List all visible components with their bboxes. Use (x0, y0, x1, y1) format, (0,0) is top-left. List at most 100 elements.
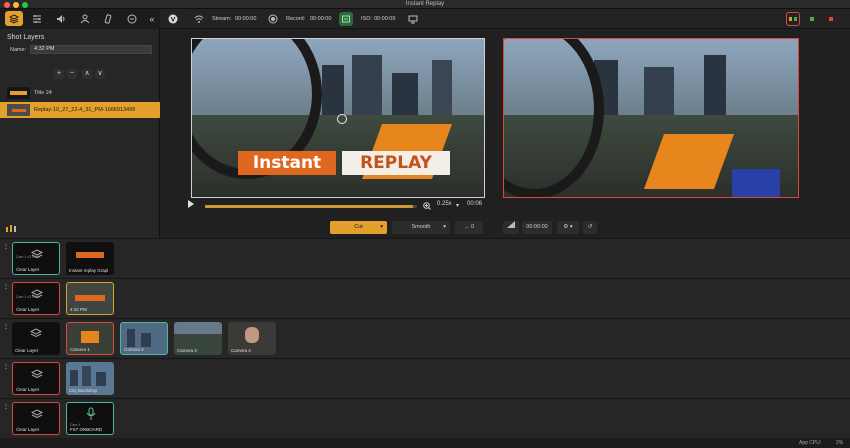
shot-row: ⋮ Clear Layer Cam 4 FS7 ONBOARD (0, 398, 850, 438)
layer-thumbnail (7, 87, 30, 99)
top-toolbar: Stream: 00:00:00 Record: 00:00:00 ISO: 0… (160, 9, 850, 29)
replay-banner: REPLAY (342, 151, 450, 175)
layout-single-icon[interactable] (805, 12, 819, 26)
shot-clear-layer[interactable]: Clear Layer (12, 362, 60, 395)
layer-label: Replay-10_27_22-4_31_PM-1666913499 (34, 107, 136, 113)
shot-label: City Backdrop (69, 388, 98, 393)
iso-record-icon[interactable] (339, 12, 353, 26)
chevron-down-icon[interactable]: ▾ (456, 202, 459, 209)
shot-replay[interactable]: 4:32 PM (66, 282, 114, 315)
drag-handle-icon[interactable]: ⋮ (3, 283, 9, 293)
shot-fs7-onboard[interactable]: Cam 4 FS7 ONBOARD (66, 402, 114, 435)
drag-handle-icon[interactable]: ⋮ (3, 243, 9, 253)
layer-row-replay[interactable]: Replay-10_27_22-4_31_PM-1666913499 (0, 102, 160, 118)
crop-handle[interactable] (337, 114, 347, 124)
shot-camera-3[interactable]: Camera 3 (174, 322, 222, 355)
shot-camera-1[interactable]: Camera 1 (66, 322, 114, 355)
layers-icon (31, 409, 43, 419)
shot-label: Camera 2 (124, 347, 144, 352)
zoom-icon[interactable] (423, 202, 431, 210)
cpu-label: App CPU: (799, 440, 822, 446)
shot-camera-4[interactable]: Camera 4 (228, 322, 276, 355)
cut-transition-button[interactable]: Cut ▾ (330, 221, 387, 234)
play-button[interactable] (187, 200, 197, 212)
phone-icon (104, 13, 112, 24)
shot-label: Clear Layer (16, 387, 40, 392)
shot-row: ⋮ Clear Layer Camera 1 Camera 2 Camera 3… (0, 318, 850, 358)
shot-row: ⋮ Clear Layer City Backdrop (0, 358, 850, 398)
tab-layers[interactable] (5, 11, 23, 26)
vmix-logo-icon[interactable] (166, 12, 180, 26)
stream-time: 00:00:00 (235, 16, 257, 22)
layout-program-icon[interactable] (824, 12, 838, 26)
tab-adjustments[interactable] (28, 11, 46, 26)
preview-monitor[interactable]: Instant REPLAY (191, 38, 485, 198)
window-title: Instant Replay (405, 1, 445, 7)
shot-city-backdrop[interactable]: City Backdrop (66, 362, 114, 395)
add-layer-button[interactable]: + (54, 69, 64, 79)
shot-label: Camera 4 (231, 348, 251, 353)
reset-icon[interactable]: ↺ (583, 221, 597, 234)
wifi-stream-icon[interactable] (192, 12, 206, 26)
shot-clear-layer[interactable]: Cam 1 c3 Patio Clear Layer (12, 282, 60, 315)
sliders-icon (33, 14, 41, 23)
shot-clear-layer[interactable]: Clear Layer (12, 322, 60, 355)
arrow-icon: → (463, 224, 470, 230)
shot-label: Instant replay Grapl (69, 268, 109, 273)
duration-value: 0 (470, 224, 475, 230)
drag-handle-icon[interactable]: ⋮ (3, 403, 9, 413)
signal-strength-icon[interactable] (503, 221, 519, 234)
remove-layer-button[interactable]: − (67, 69, 77, 79)
tab-device[interactable] (99, 11, 117, 26)
playback-speed[interactable]: 0.25x (437, 198, 452, 210)
smooth-transition-select[interactable]: Smooth ▾ (392, 221, 450, 234)
layer-name-input[interactable]: 4:32 PM (30, 45, 152, 54)
shot-label: Clear Layer (16, 267, 40, 272)
shot-label: 4:32 PM (70, 307, 87, 312)
shot-clear-layer[interactable]: Clear Layer (12, 402, 60, 435)
collapse-sidebar-button[interactable]: « (143, 11, 161, 26)
move-layer-down-button[interactable]: ∨ (95, 69, 105, 79)
layers-icon (9, 13, 19, 24)
tab-more[interactable] (123, 11, 141, 26)
drag-handle-icon[interactable]: ⋮ (3, 363, 9, 373)
shot-layers-grid: ⋮ Cam 1 c3 Patio Clear Layer Instant rep… (0, 238, 850, 438)
shot-row: ⋮ Cam 1 c3 Patio Clear Layer Instant rep… (0, 238, 850, 278)
shot-clear-layer[interactable]: Cam 1 c3 Patio Clear Layer (12, 242, 60, 275)
shot-camera-2[interactable]: Camera 2 (120, 322, 168, 355)
settings-gear-icon[interactable]: ⚙ ▾ (557, 221, 579, 234)
speaker-icon (57, 14, 65, 23)
shot-label: Clear Layer (16, 307, 40, 312)
move-layer-up-button[interactable]: ∧ (82, 69, 92, 79)
layers-icon (31, 369, 43, 379)
tab-person[interactable] (76, 11, 94, 26)
sidebar-tabs: « (0, 9, 160, 29)
shot-graphic[interactable]: Instant replay Grapl (66, 242, 114, 275)
chevron-down-icon: ▾ (443, 224, 446, 230)
shot-label: Camera 3 (177, 348, 197, 353)
layer-row-title[interactable]: Title 24 (0, 85, 160, 101)
minus-circle-icon (127, 14, 137, 23)
stream-label: Stream: (212, 16, 232, 22)
layer-label: Title 24 (34, 90, 52, 96)
playback-scrubber[interactable] (205, 205, 417, 208)
remaining-time: 00:06 (467, 201, 483, 207)
cut-label: Cut (354, 224, 363, 230)
drag-handle-icon[interactable]: ⋮ (3, 323, 9, 333)
iso-label: ISO: (361, 16, 373, 22)
shot-label: Clear Layer (15, 348, 39, 353)
panel-title: Shot Layers (7, 34, 45, 41)
layer-thumbnail (7, 104, 30, 116)
transition-duration[interactable]: → 0 (455, 221, 483, 234)
layout-split-icon[interactable] (786, 12, 800, 26)
record-label: Record: (286, 16, 306, 22)
chevron-down-icon[interactable]: ▾ (380, 221, 383, 234)
cpu-value: 2% (836, 440, 844, 446)
tab-audio[interactable] (52, 11, 70, 26)
record-icon[interactable] (266, 12, 280, 26)
layers-icon (30, 328, 42, 338)
record-time: 00:00:00 (310, 16, 332, 22)
external-display-icon[interactable] (406, 12, 420, 26)
smooth-label: Smooth (411, 224, 431, 230)
window-titlebar: Instant Replay (0, 0, 850, 9)
